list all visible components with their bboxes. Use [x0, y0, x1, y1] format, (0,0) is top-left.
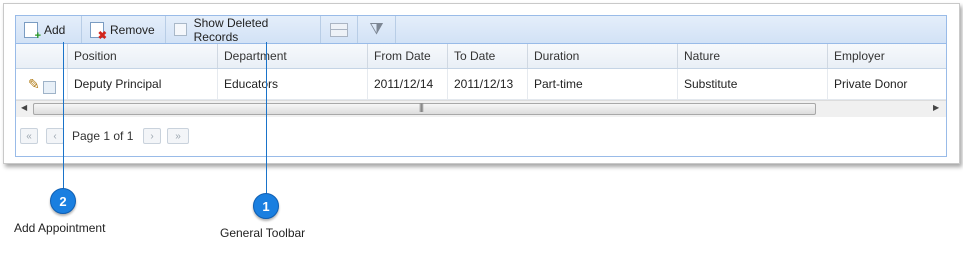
- remove-icon: ✖: [90, 21, 107, 41]
- scroll-left-arrow-icon[interactable]: ◀: [21, 103, 27, 112]
- horizontal-scrollbar[interactable]: ◀ ||| ▶: [16, 100, 946, 118]
- filter-button[interactable]: ⧩: [358, 16, 396, 43]
- callout-label-general-toolbar: General Toolbar: [220, 226, 306, 240]
- appointments-panel: + Add ✖ Remove Show Deleted Records ⧩ Po…: [3, 3, 960, 164]
- remove-button[interactable]: ✖ Remove: [82, 16, 166, 43]
- cell-from-date: 2011/12/14: [368, 69, 448, 99]
- scrollbar-grip-icon: |||: [419, 102, 424, 112]
- header-department[interactable]: Department: [218, 44, 368, 68]
- header-duration[interactable]: Duration: [528, 44, 678, 68]
- general-toolbar: + Add ✖ Remove Show Deleted Records ⧩: [16, 16, 946, 44]
- callout-marker-2: 2: [50, 188, 76, 214]
- scrollbar-thumb[interactable]: |||: [33, 102, 816, 115]
- pager: « ‹ Page 1 of 1 › »: [16, 117, 946, 156]
- header-nature[interactable]: Nature: [678, 44, 828, 68]
- appointments-grid: + Add ✖ Remove Show Deleted Records ⧩ Po…: [15, 15, 947, 157]
- page-indicator: Page 1 of 1: [72, 129, 134, 143]
- add-icon: +: [24, 21, 41, 41]
- header-employer[interactable]: Employer: [828, 44, 946, 68]
- add-button[interactable]: + Add: [16, 16, 82, 43]
- previous-page-button[interactable]: ‹: [46, 128, 64, 144]
- columns-button[interactable]: [321, 16, 358, 43]
- grid-header: Position Department From Date To Date Du…: [16, 44, 946, 69]
- columns-icon: [330, 22, 348, 37]
- cell-department: Educators: [218, 69, 368, 99]
- scroll-right-arrow-icon[interactable]: ▶: [933, 103, 939, 112]
- show-deleted-label: Show Deleted Records: [193, 15, 269, 44]
- first-page-button[interactable]: «: [20, 128, 38, 144]
- row-select-checkbox[interactable]: [42, 80, 56, 94]
- cell-duration: Part-time: [528, 69, 678, 99]
- callout-marker-1: 1: [253, 193, 279, 219]
- cell-position: Deputy Principal: [68, 69, 218, 99]
- first-page-icon: «: [26, 130, 32, 142]
- callout-label-add-appointment: Add Appointment: [14, 221, 106, 235]
- callout-2-leader-line: [63, 42, 64, 189]
- remove-button-label: Remove: [110, 22, 155, 37]
- last-page-button[interactable]: »: [167, 128, 189, 144]
- cell-employer: Private Donor: [834, 77, 908, 91]
- filter-icon: ⧩: [369, 20, 384, 38]
- show-deleted-records-toggle[interactable]: Show Deleted Records: [166, 15, 321, 44]
- header-actions: [16, 44, 68, 68]
- cell-nature: Substitute: [678, 69, 828, 99]
- header-position[interactable]: Position: [68, 44, 218, 68]
- row-actions: ✎: [16, 69, 68, 99]
- edit-pencil-icon[interactable]: ✎: [28, 76, 40, 93]
- next-page-button[interactable]: ›: [143, 128, 161, 144]
- table-row[interactable]: ✎ Deputy Principal Educators 2011/12/14 …: [16, 69, 946, 100]
- cell-to-date: 2011/12/13: [448, 69, 528, 99]
- previous-page-icon: ‹: [53, 130, 57, 142]
- next-page-icon: ›: [150, 130, 154, 142]
- header-from-date[interactable]: From Date: [368, 44, 448, 68]
- callout-1-leader-line: [266, 42, 267, 194]
- header-to-date[interactable]: To Date: [448, 44, 528, 68]
- add-button-label: Add: [44, 22, 66, 37]
- last-page-icon: »: [175, 130, 181, 142]
- show-deleted-checkbox[interactable]: [174, 23, 187, 36]
